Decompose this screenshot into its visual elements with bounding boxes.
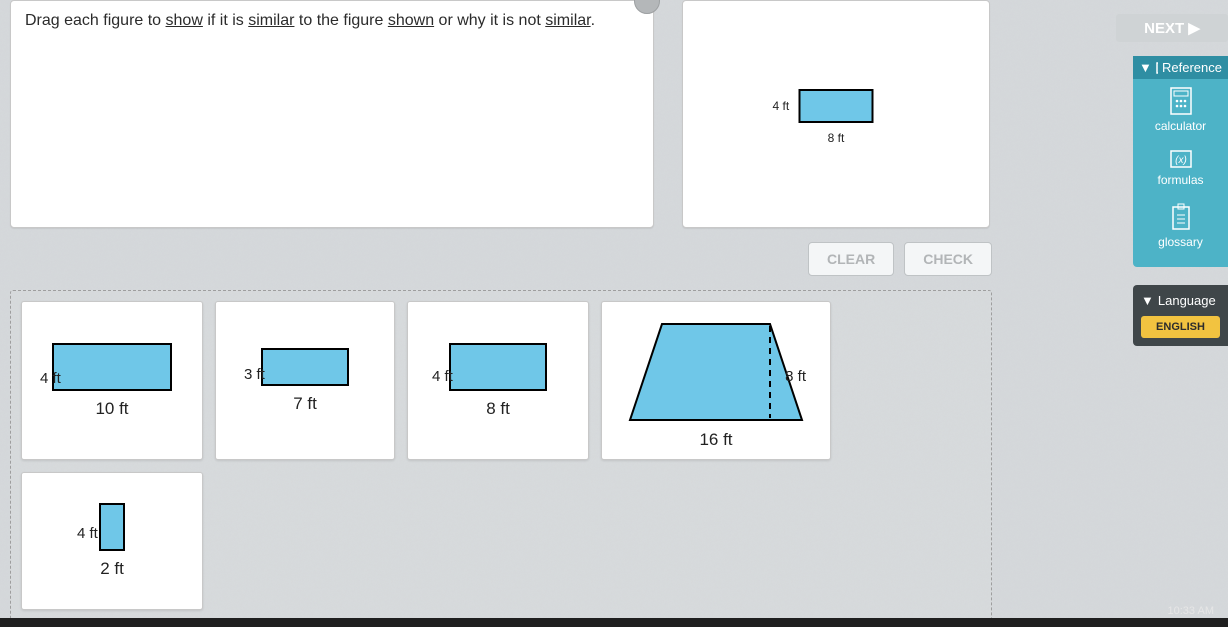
reference-tools-panel: ▼ Reference calculator (x) formulas glos… bbox=[1133, 56, 1228, 267]
glossary-icon bbox=[1170, 203, 1192, 231]
reference-shape: 4 ft 8 ft bbox=[799, 89, 874, 123]
card-2-shape bbox=[261, 348, 349, 386]
ref-left-label: 4 ft bbox=[773, 99, 790, 113]
ref-bottom-label: 8 ft bbox=[799, 131, 874, 145]
link-similar-2[interactable]: similar bbox=[545, 12, 590, 29]
check-button[interactable]: CHECK bbox=[904, 242, 992, 276]
clock: 10:33 AM bbox=[1168, 605, 1214, 617]
formulas-tool[interactable]: (x) formulas bbox=[1133, 141, 1228, 195]
calculator-tool[interactable]: calculator bbox=[1133, 79, 1228, 141]
svg-text:(x): (x) bbox=[1175, 155, 1187, 166]
chevron-down-icon: ▼ bbox=[1139, 60, 1152, 75]
language-panel: ▼ Language i ENGLISH bbox=[1133, 285, 1228, 346]
link-similar[interactable]: similar bbox=[248, 12, 294, 29]
card-5[interactable]: 4 ft 2 ft bbox=[21, 472, 203, 610]
chevron-down-icon: ▼ bbox=[1141, 293, 1154, 308]
card-1[interactable]: 4 ft 10 ft bbox=[21, 301, 203, 460]
language-english-chip[interactable]: ENGLISH bbox=[1141, 316, 1220, 338]
instruction-text: Drag each figure to show if it is simila… bbox=[11, 1, 653, 42]
card-5-shape bbox=[99, 503, 125, 551]
clear-button[interactable]: CLEAR bbox=[808, 242, 894, 276]
card-4-shape bbox=[628, 322, 804, 422]
link-shown[interactable]: shown bbox=[388, 12, 434, 29]
card-3[interactable]: 4 ft 8 ft bbox=[407, 301, 589, 460]
reference-panel: 4 ft 8 ft bbox=[682, 0, 990, 228]
taskbar bbox=[0, 618, 1228, 627]
calculator-icon bbox=[1169, 87, 1193, 115]
next-button[interactable]: NEXT ▶ bbox=[1116, 14, 1228, 42]
language-header[interactable]: ▼ Language i bbox=[1141, 293, 1220, 308]
book-icon bbox=[1156, 62, 1158, 74]
formulas-icon: (x) bbox=[1169, 149, 1193, 169]
glossary-tool[interactable]: glossary bbox=[1133, 195, 1228, 257]
card-1-shape bbox=[52, 343, 172, 391]
card-3-shape bbox=[449, 343, 547, 391]
instruction-panel: Drag each figure to show if it is simila… bbox=[10, 0, 654, 228]
link-show[interactable]: show bbox=[166, 12, 203, 29]
drag-pool: 4 ft 10 ft 3 ft 7 ft 4 ft 8 ft 8 ft 16 f… bbox=[10, 290, 992, 621]
reference-header[interactable]: ▼ Reference bbox=[1133, 56, 1228, 79]
card-2[interactable]: 3 ft 7 ft bbox=[215, 301, 395, 460]
card-4[interactable]: 8 ft 16 ft bbox=[601, 301, 831, 460]
